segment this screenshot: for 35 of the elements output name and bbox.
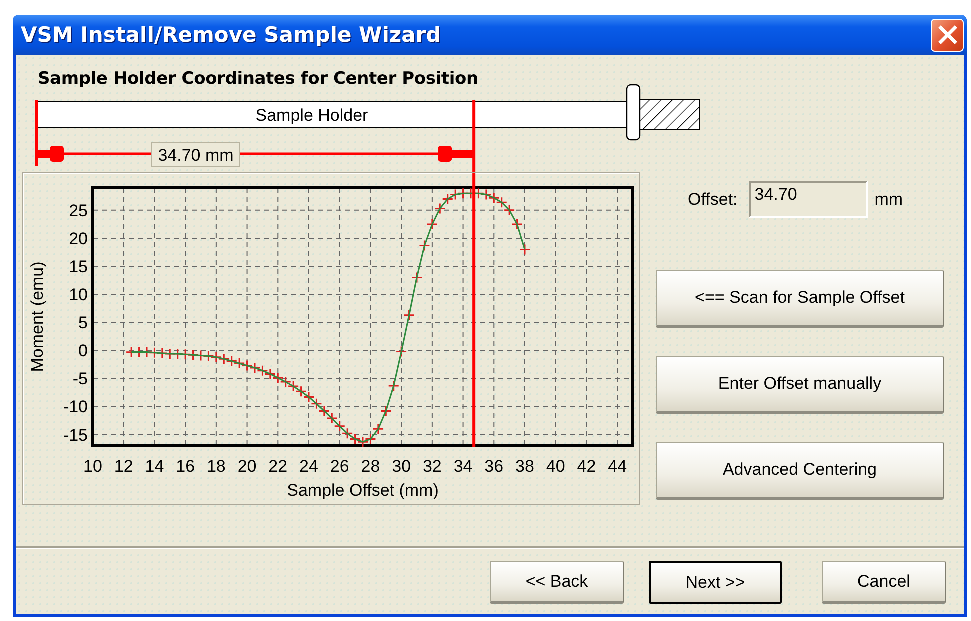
tick-label: 15 [69,258,88,277]
tick-label: 26 [330,457,350,476]
tick-label: 22 [268,457,288,476]
unit-label: mm [874,190,904,210]
axis-title: Sample Offset (mm) [287,481,439,500]
holder-label: Sample Holder [256,106,368,125]
tick-label: 20 [238,457,257,476]
distance-label: 34.70 mm [152,142,240,168]
tick-label: 32 [422,457,442,476]
tick-label: 24 [300,457,318,476]
tick-label: -10 [63,398,88,417]
tick-label: 34 [454,457,473,476]
tick-label: 16 [176,457,196,476]
tick-label: 10 [69,286,88,305]
section-heading: Sample Holder Coordinates for Center Position [37,68,478,89]
window-title: VSM Install/Remove Sample Wizard [20,23,442,47]
tick-label: 36 [484,457,504,476]
tick-label: 40 [546,457,566,476]
tick-label: 20 [69,229,88,248]
tick-label: 18 [206,457,226,476]
tick-label: 44 [608,457,628,476]
tick-label: 38 [516,457,534,476]
tick-label: 30 [392,457,412,476]
tick-label: 10 [84,457,102,476]
tick-label: -15 [63,426,88,445]
offset-label: Offset: [688,190,738,210]
tick-label: 28 [361,457,380,476]
tick-label: 42 [577,457,596,476]
tick-label: 25 [69,201,88,220]
tick-label: 12 [114,457,134,476]
tick-label: 0 [78,342,88,361]
tick-label: 14 [145,457,164,476]
tick-label: 5 [78,314,88,333]
axis-title: Moment (emu) [28,262,47,372]
tick-label: -5 [72,370,88,389]
